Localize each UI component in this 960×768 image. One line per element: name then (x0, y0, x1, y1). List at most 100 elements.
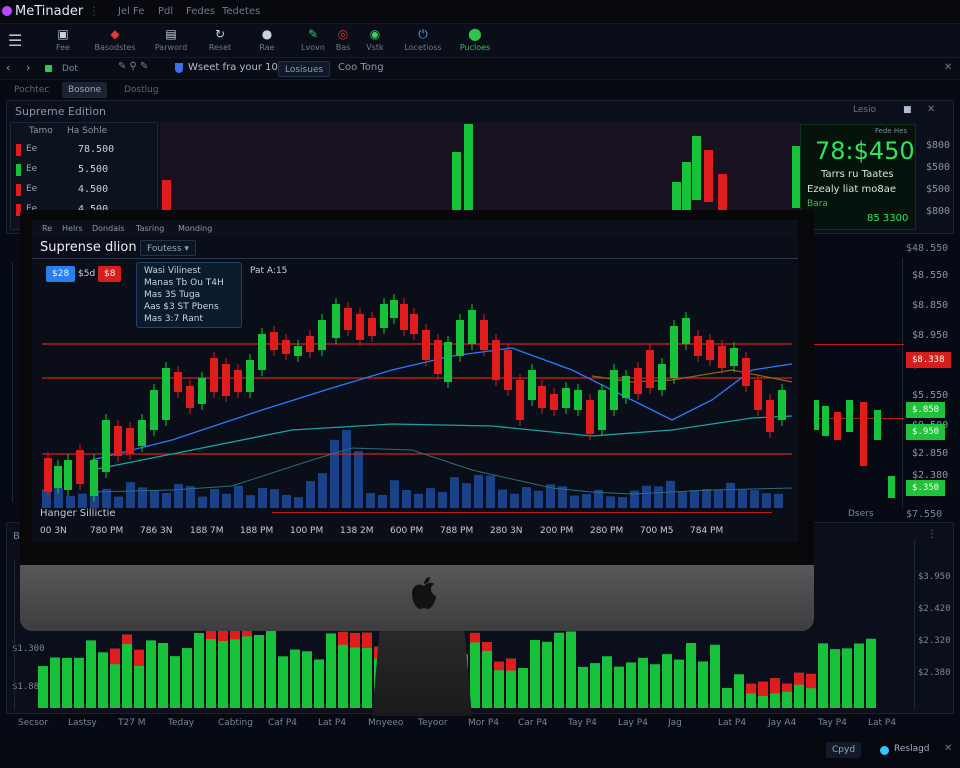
volume-bar-bottom (614, 666, 624, 708)
forward-arrow-icon[interactable]: › (26, 61, 30, 74)
x-axis-label: 280 PM (590, 526, 624, 536)
volume-bar-bottom (626, 662, 636, 708)
volume-bar-bottom (182, 648, 192, 708)
bottom-right-axis-label: $3.950 (918, 572, 951, 582)
toolbar-power-button[interactable]: ⏻ Locetioss (400, 27, 446, 52)
candle-body (76, 450, 84, 484)
screen-title: Suprense dlion (40, 240, 137, 255)
volume-bar (438, 492, 447, 508)
screen-menu-5[interactable]: Monding (178, 224, 212, 233)
tab-1[interactable]: Pochtec (8, 82, 55, 98)
edit-icon[interactable]: ✎ ⚲ ✎ (118, 61, 148, 72)
price-box-big: 78:$450 (815, 137, 915, 165)
status-dot-icon (45, 65, 52, 72)
toolbar-chart-button[interactable]: ◆ Basodstes (92, 27, 138, 52)
tab-2[interactable]: Bosone (62, 82, 108, 98)
candle-body (468, 310, 476, 344)
watchlist-header-b: Ha Sohle (67, 126, 108, 136)
volume-bar-bottom (698, 661, 708, 708)
volume-bar-bottom (866, 638, 876, 708)
toolbar-file-button[interactable]: ▣ Fee (40, 27, 86, 52)
back-candle (452, 152, 461, 212)
volume-bar-bottom (62, 657, 72, 708)
screen-dropdown[interactable]: Foutess ▾ (140, 240, 196, 256)
screen-menu-3[interactable]: Dondals (92, 224, 125, 233)
toolbar-user-button[interactable]: ● Rae (244, 27, 290, 52)
bottom-x-label: T27 M (118, 718, 146, 728)
close-status-icon[interactable]: ✕ (944, 743, 952, 754)
candle-body (730, 348, 738, 366)
toolbar-password-button[interactable]: ▤ Parword (148, 27, 194, 52)
bottom-x-label: Tay P4 (818, 718, 847, 728)
candle-body (270, 332, 278, 350)
volume-bar (522, 487, 531, 508)
bottom-x-label: Tay P4 (568, 718, 597, 728)
menu-item-4[interactable]: Tedetes (222, 6, 260, 17)
screen-menu-1[interactable]: Re (42, 224, 52, 233)
back-candle (682, 162, 691, 210)
menu-item-2[interactable]: Pdl (158, 6, 173, 17)
hamburger-menu-icon[interactable]: ☰ (8, 31, 22, 50)
volume-bar (474, 475, 483, 508)
volume-bar (450, 477, 459, 508)
candle-body (528, 370, 536, 400)
volume-bar-bottom (266, 630, 276, 708)
bottom-panel-menu-icon[interactable]: ⋮ (927, 529, 937, 540)
candle-body (222, 364, 230, 396)
volume-bar-bottom-top (506, 658, 516, 671)
volume-bar-bottom-top (758, 681, 768, 696)
back-panel-right-label[interactable]: Lesio (853, 105, 876, 115)
screen-menu-2[interactable]: Helrs (62, 224, 83, 233)
volume-bar (462, 483, 471, 508)
volume-bar-bottom (254, 634, 264, 708)
toolbar-reset-button[interactable]: ↻ Reset (197, 27, 243, 52)
volume-bar-bottom (842, 648, 852, 708)
volume-bar-bottom (530, 639, 540, 708)
volume-bar (150, 490, 159, 508)
x-axis-label: 700 M5 (640, 526, 674, 536)
candle-body (174, 372, 182, 392)
menu-item-3[interactable]: Fedes (186, 6, 215, 17)
volume-bar-bottom (722, 687, 732, 708)
volume-bar-bottom (602, 656, 612, 708)
volume-bar-bottom (278, 656, 288, 708)
back-candle (162, 180, 171, 210)
price-tag: $.850 (906, 402, 946, 418)
moving-average-slow (91, 415, 793, 471)
volume-bar-bottom-top (494, 661, 504, 671)
candle-body (706, 340, 714, 360)
volume-bar (258, 487, 267, 508)
candle-body (400, 304, 408, 330)
watchlist-key: Ee (26, 144, 38, 154)
toolbar-save-button[interactable]: ⬤ Pucloes (452, 27, 498, 52)
volume-bar (234, 485, 243, 508)
back-axis-label: $800 (926, 140, 951, 151)
watchlist-value: 4.500 (78, 184, 109, 195)
volume-bar (402, 489, 411, 508)
back-panel-title: Supreme Edition (15, 105, 107, 118)
volume-bar-bottom (218, 630, 228, 708)
menu-item-1[interactable]: Jel Fe (118, 6, 144, 17)
status-copy-button[interactable]: Cpyd (826, 742, 862, 758)
candle-body (422, 330, 430, 360)
volume-bar-bottom (170, 656, 180, 708)
candle-body (586, 400, 594, 434)
volume-bar (366, 492, 375, 508)
watchlist-key: Ee (26, 184, 38, 194)
bottom-x-label: Secsor (18, 718, 49, 728)
search-field[interactable]: Losisues (278, 61, 331, 77)
back-arrow-icon[interactable]: ‹ (6, 61, 10, 74)
address-title[interactable]: Wseet fra your 10 (188, 62, 278, 73)
candle-body (598, 390, 606, 430)
close-window-icon[interactable]: ✕ (944, 62, 952, 73)
screen-menu-4[interactable]: Tasring (136, 224, 164, 233)
toolbar-globe-button[interactable]: ◉ Vstk (352, 27, 398, 52)
volume-bar-bottom (518, 667, 528, 708)
volume-bar (414, 493, 423, 508)
volume-bar (78, 493, 87, 508)
address-extra-tag[interactable]: Coo Tong (338, 62, 384, 73)
price-box-sub-d: 85 3300 (867, 213, 909, 224)
address-tag[interactable]: Dot (56, 61, 84, 77)
close-icon[interactable]: ✕ (927, 104, 935, 115)
tab-3[interactable]: Dostlug (118, 82, 165, 98)
